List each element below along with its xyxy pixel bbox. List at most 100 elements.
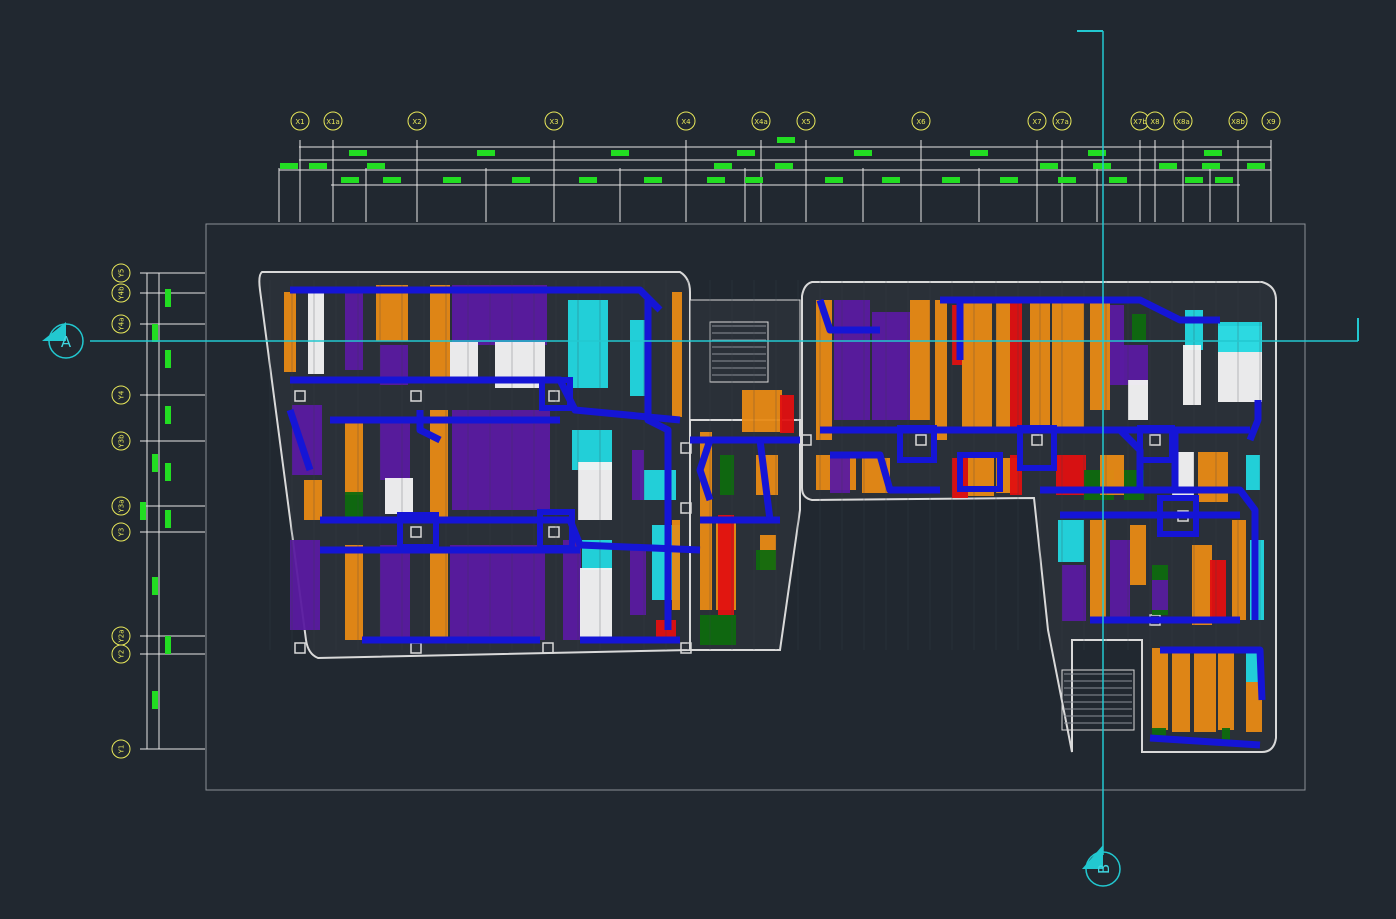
dimension-tag (611, 150, 629, 156)
grid-label: X6 (916, 118, 926, 126)
zone-block (430, 285, 450, 380)
zone-block (1246, 455, 1260, 490)
dimension-tag (942, 177, 960, 183)
zone-block (308, 292, 324, 374)
zone-block (1194, 650, 1216, 732)
zone-block (304, 480, 322, 520)
dimension-tag (152, 324, 158, 342)
grid-bubble-x: X9 (1261, 111, 1281, 131)
zone-block (1052, 300, 1084, 430)
dimension-tag (165, 406, 171, 424)
grid-bubble-y: Y3b (111, 431, 131, 451)
grid-bubble-y: Y4b (111, 283, 131, 303)
dimension-tag (367, 163, 385, 169)
zone-block (630, 545, 646, 615)
grid-label: Y4 (118, 390, 126, 400)
grid-bubble-y: Y2a (111, 626, 131, 646)
dimension-tag (745, 177, 763, 183)
zone-block (1172, 650, 1190, 732)
zone-block (1128, 380, 1148, 420)
section-a-marker: A (42, 322, 84, 359)
dimension-tag (152, 691, 158, 709)
dimension-tag (140, 502, 146, 520)
dimension-tag (1000, 177, 1018, 183)
zone-block (1183, 345, 1201, 405)
zone-block (430, 410, 448, 520)
grid-label: Y3b (118, 434, 126, 449)
dimension-tag (309, 163, 327, 169)
dimension-tag (1109, 177, 1127, 183)
grid-label: X1 (295, 118, 304, 126)
dimension-tag (341, 177, 359, 183)
dimension-tag (152, 454, 158, 472)
dimension-tag (165, 350, 171, 368)
zone-block (430, 550, 448, 642)
zone-block (1110, 540, 1130, 620)
section-b-label: B (1095, 864, 1113, 874)
grid-bubble-y: Y4 (111, 385, 131, 405)
zone-block (1120, 345, 1148, 385)
grid-label: Y4b (118, 286, 126, 301)
zone-block (935, 300, 947, 440)
grid-label: X2 (412, 118, 421, 126)
grid-bubble-x: X4 (676, 111, 696, 131)
zone-block (580, 568, 612, 640)
zone-block (962, 300, 992, 430)
zone-block (672, 292, 682, 417)
grid-bubble-x: X1 (290, 111, 310, 131)
cad-drawing-canvas[interactable]: A B X1 X1a X2 X3 X4 X4a X5 X6 X7 X7a X7b X8 X8a X8b X9 Y… (0, 0, 1396, 919)
dimension-tag (882, 177, 900, 183)
zone-block (452, 285, 547, 345)
dimension-tag (1058, 177, 1076, 183)
dimension-tag (165, 510, 171, 528)
grid-bubble-x: X7 (1027, 111, 1047, 131)
zone-block (1010, 300, 1022, 430)
grid-bubble-y: Y3a (111, 496, 131, 516)
grid-bubble-x: X5 (796, 111, 816, 131)
zone-block (290, 540, 320, 630)
grid-label: Y4a (118, 317, 126, 331)
zone-block (345, 492, 363, 517)
grid-label: Y2a (118, 629, 126, 643)
zone-block (700, 615, 736, 645)
dimension-tag (644, 177, 662, 183)
dimension-tag (280, 163, 298, 169)
zone-block (1198, 452, 1228, 502)
grid-bubble-x: X1a (323, 111, 343, 131)
zone-block (830, 458, 850, 493)
dimension-tag (349, 150, 367, 156)
zone-block (450, 545, 545, 640)
zone-block (1152, 648, 1168, 730)
dimension-tag (443, 177, 461, 183)
grid-label: Y5 (118, 269, 126, 279)
zone-block (1218, 650, 1234, 730)
zone-block (385, 478, 413, 514)
grid-bubble-y: Y3 (111, 522, 131, 542)
grid-label: X8a (1176, 118, 1190, 126)
zone-block (380, 420, 410, 480)
grid-bubble-y: Y4a (111, 314, 131, 334)
dimension-tag (477, 150, 495, 156)
dimension-tag (1159, 163, 1177, 169)
dimension-tag (825, 177, 843, 183)
grid-label: X7b (1133, 118, 1147, 126)
grid-bubble-x: X8b (1228, 111, 1248, 131)
grid-label: X3 (549, 118, 558, 126)
grid-label: X4 (681, 118, 691, 126)
zone-block (1210, 560, 1226, 620)
dimension-tag (165, 289, 171, 307)
zone-block (834, 300, 870, 420)
grid-label: Y2 (118, 650, 126, 660)
dimension-tag (970, 150, 988, 156)
dimension-tag (383, 177, 401, 183)
grid-label: Y3 (118, 528, 126, 538)
zone-block (345, 290, 363, 370)
dimension-tag (165, 636, 171, 654)
dimension-tag (775, 163, 793, 169)
dimension-tag (854, 150, 872, 156)
dimension-tag (512, 177, 530, 183)
zone-block (1130, 525, 1146, 585)
grid-label: X8 (1150, 118, 1159, 126)
dimension-tag (1093, 163, 1111, 169)
grid-bubble-x: X4a (751, 111, 771, 131)
